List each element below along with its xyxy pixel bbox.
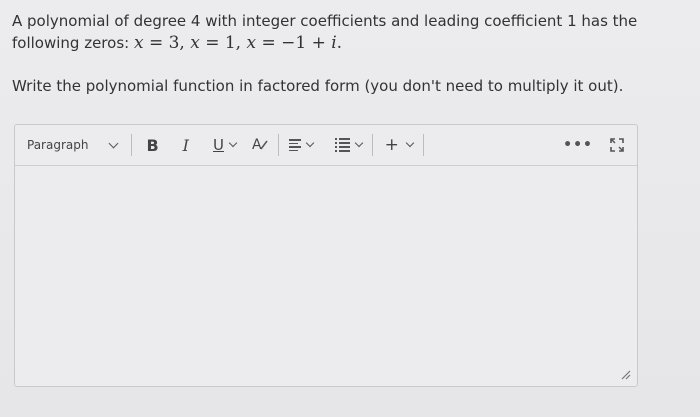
page: A polynomial of degree 4 with integer co… xyxy=(0,0,700,417)
toolbar-separator xyxy=(371,134,373,156)
bulleted-list-icon xyxy=(334,138,350,152)
underline-button[interactable]: U xyxy=(213,136,238,154)
paragraph-format-dropdown[interactable]: Paragraph xyxy=(27,138,119,152)
question-text: A polynomial of degree 4 with integer co… xyxy=(12,10,652,54)
italic-button[interactable]: I xyxy=(183,136,189,155)
more-options-button[interactable]: ••• xyxy=(563,137,593,153)
chevron-down-icon xyxy=(305,138,314,148)
chevron-down-icon xyxy=(354,138,363,148)
editor-toolbar: Paragraph B I U A + ••• xyxy=(15,125,637,166)
instruction-text: Write the polynomial function in factore… xyxy=(12,77,624,95)
question-line-1: A polynomial of degree 4 with integer co… xyxy=(12,12,638,30)
align-left-icon xyxy=(288,139,301,151)
editor-content-area[interactable] xyxy=(23,171,629,366)
toolbar-separator xyxy=(422,134,424,156)
bold-button[interactable]: B xyxy=(146,136,158,155)
plus-icon: + xyxy=(384,135,399,155)
rich-text-editor[interactable]: Paragraph B I U A + ••• xyxy=(14,124,638,387)
underline-label: U xyxy=(213,136,224,154)
brush-icon xyxy=(259,140,268,150)
question-line-2: following zeros: 𝑥 = 3, 𝑥 = 1, 𝑥 = −1 + … xyxy=(12,32,652,54)
chevron-down-icon xyxy=(405,138,415,148)
chevron-down-icon xyxy=(109,138,119,148)
resize-handle-icon[interactable] xyxy=(619,368,631,380)
toolbar-separator xyxy=(277,134,279,156)
toolbar-separator xyxy=(131,134,133,156)
insert-dropdown[interactable]: + xyxy=(383,135,415,155)
text-color-button[interactable]: A xyxy=(252,137,268,153)
list-dropdown[interactable] xyxy=(334,138,363,152)
zeros-label: following zeros: xyxy=(12,34,130,52)
zeros-math: 𝑥 = 3, 𝑥 = 1, 𝑥 = −1 + 𝑖. xyxy=(133,33,343,53)
paragraph-format-label: Paragraph xyxy=(27,138,89,152)
align-dropdown[interactable] xyxy=(288,138,314,151)
fullscreen-icon[interactable] xyxy=(609,137,625,153)
chevron-down-icon xyxy=(228,138,238,148)
